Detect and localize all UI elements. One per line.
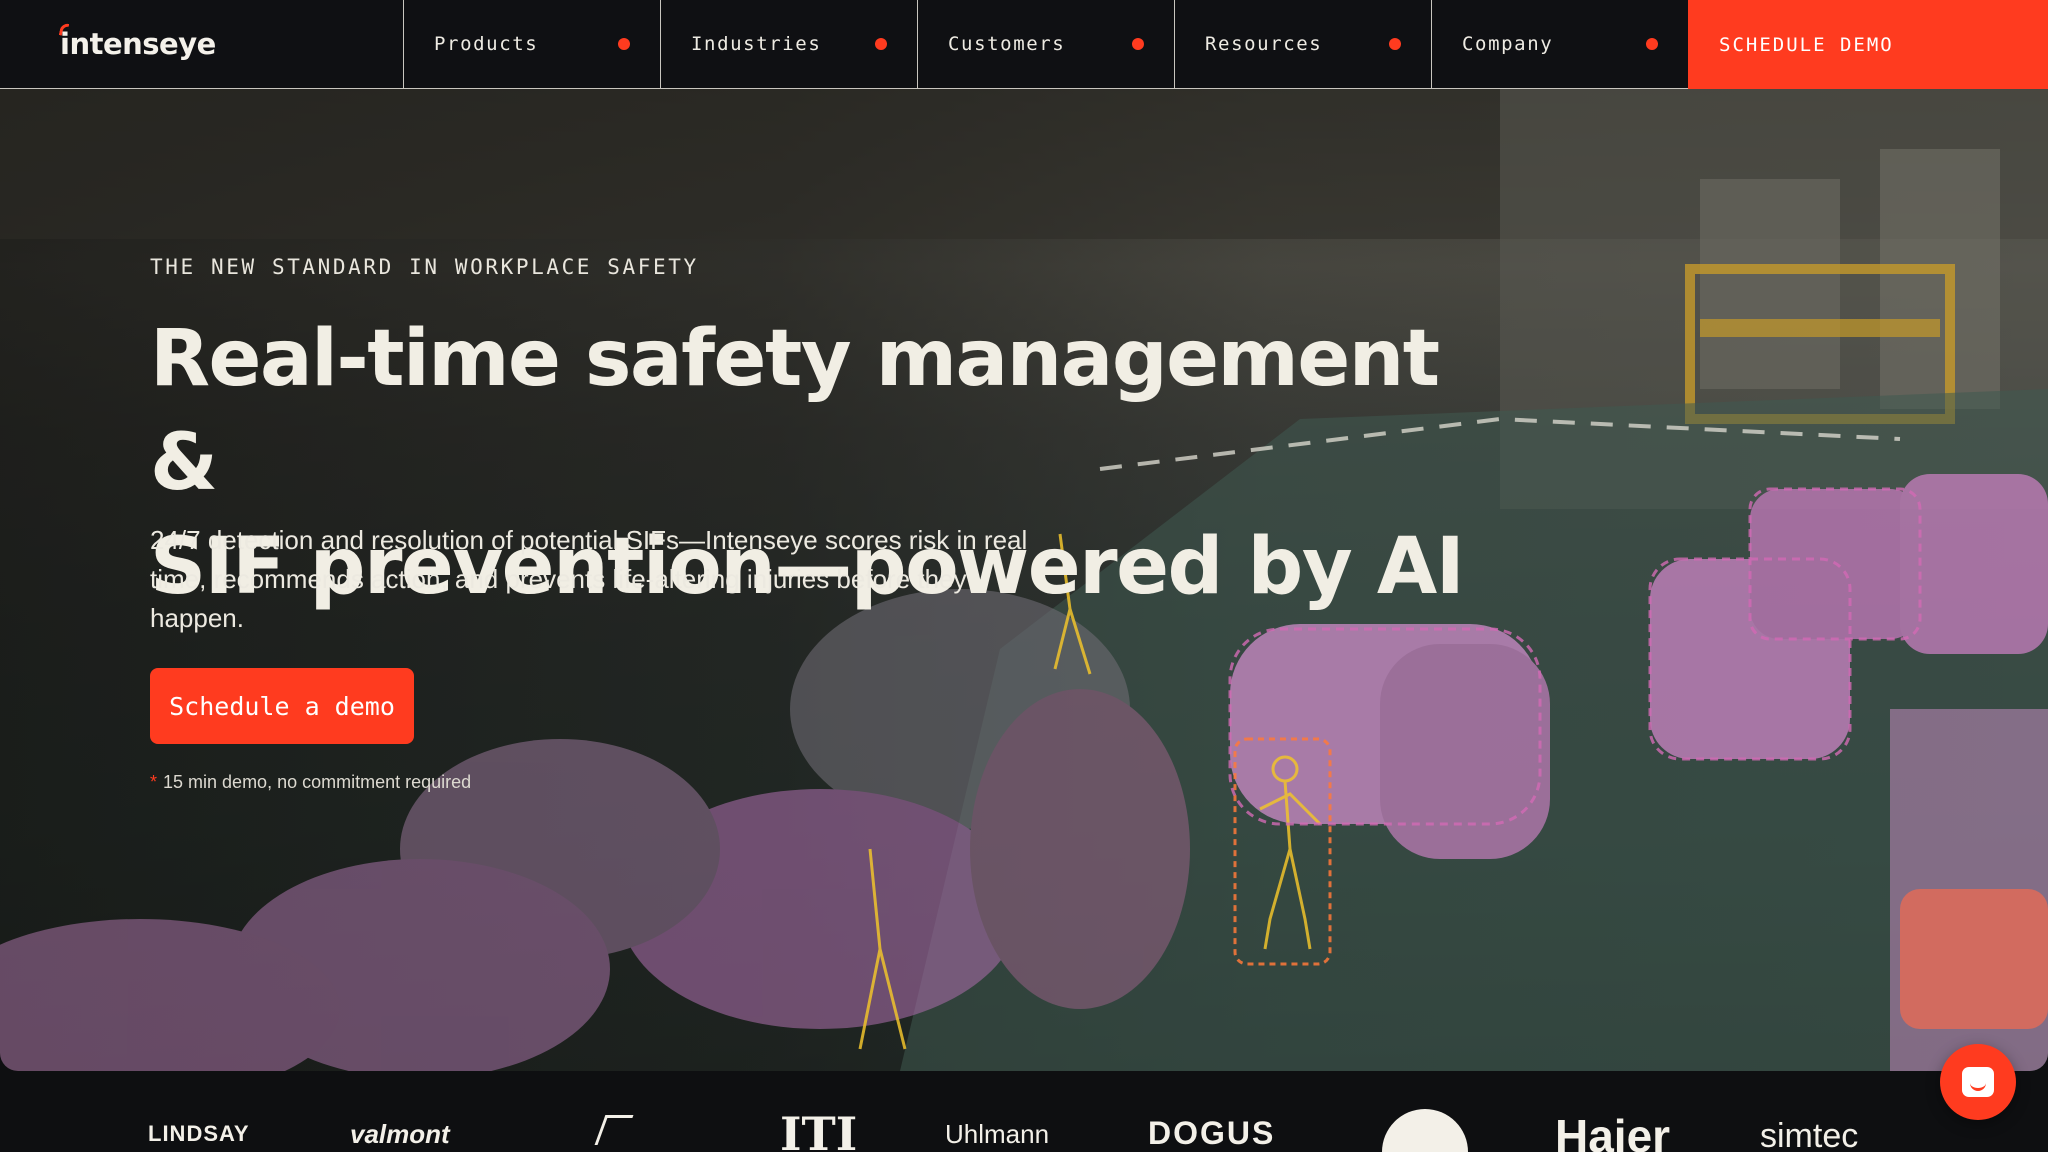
nav-item-resources[interactable]: Resources: [1174, 0, 1431, 88]
client-logo-valmont: valmont: [350, 1119, 450, 1149]
note-text: 15 min demo, no commitment required: [163, 772, 472, 792]
schedule-demo-nav-button[interactable]: SCHEDULE DEMO: [1688, 0, 2048, 89]
nav-item-industries[interactable]: Industries: [660, 0, 917, 88]
nav-label: Company: [1462, 33, 1554, 55]
nav-item-products[interactable]: Products: [403, 0, 660, 88]
dot-icon: [1646, 38, 1658, 50]
note-asterisk: *: [150, 772, 158, 792]
hero-subcopy: 24/7 detection and resolution of potenti…: [150, 525, 1028, 633]
client-logo-iti: ITI: [780, 1107, 858, 1152]
client-logo-uhlmann: Uhlmann: [945, 1119, 1050, 1149]
brand-logo[interactable]: intenseye: [0, 0, 403, 88]
client-logo-haier: Haier: [1555, 1110, 1671, 1152]
nav-label: Resources: [1205, 33, 1323, 55]
hero-section: THE NEW STANDARD IN WORKPLACE SAFETY Rea…: [0, 89, 2048, 1071]
client-logo-emblem-icon: [1382, 1109, 1468, 1152]
top-navigation: intenseye Products Industries Customers …: [0, 0, 2048, 89]
client-logo-simtec: simtec: [1760, 1117, 1859, 1152]
schedule-demo-button[interactable]: Schedule a demo: [150, 668, 414, 744]
client-logo-dogus: DOGUS: [1148, 1115, 1276, 1151]
nav-label: Products: [434, 33, 539, 55]
schedule-demo-nav-label: SCHEDULE DEMO: [1719, 33, 1894, 56]
dot-icon: [618, 38, 630, 50]
logo-wordmark: intenseye: [58, 22, 216, 61]
chat-bubble-icon: [1962, 1067, 1994, 1097]
nav-label: Customers: [948, 33, 1066, 55]
client-logo-strip: LINDSAY valmont ITI Uhlmann DOGUS Haier …: [0, 1071, 2048, 1152]
nav-label: Industries: [691, 33, 822, 55]
nav-item-customers[interactable]: Customers: [917, 0, 1174, 88]
hero-eyebrow: THE NEW STANDARD IN WORKPLACE SAFETY: [150, 255, 699, 279]
client-logo-lindsay: LINDSAY: [148, 1121, 250, 1146]
nav-item-company[interactable]: Company: [1431, 0, 1688, 88]
client-logo-bird-icon: [594, 1115, 634, 1145]
dot-icon: [1132, 38, 1144, 50]
dot-icon: [875, 38, 887, 50]
dot-icon: [1389, 38, 1401, 50]
headline-line-1: Real-time safety management &: [150, 314, 1440, 508]
chat-launcher-button[interactable]: [1940, 1044, 2016, 1120]
demo-note: * 15 min demo, no commitment required: [150, 772, 471, 793]
